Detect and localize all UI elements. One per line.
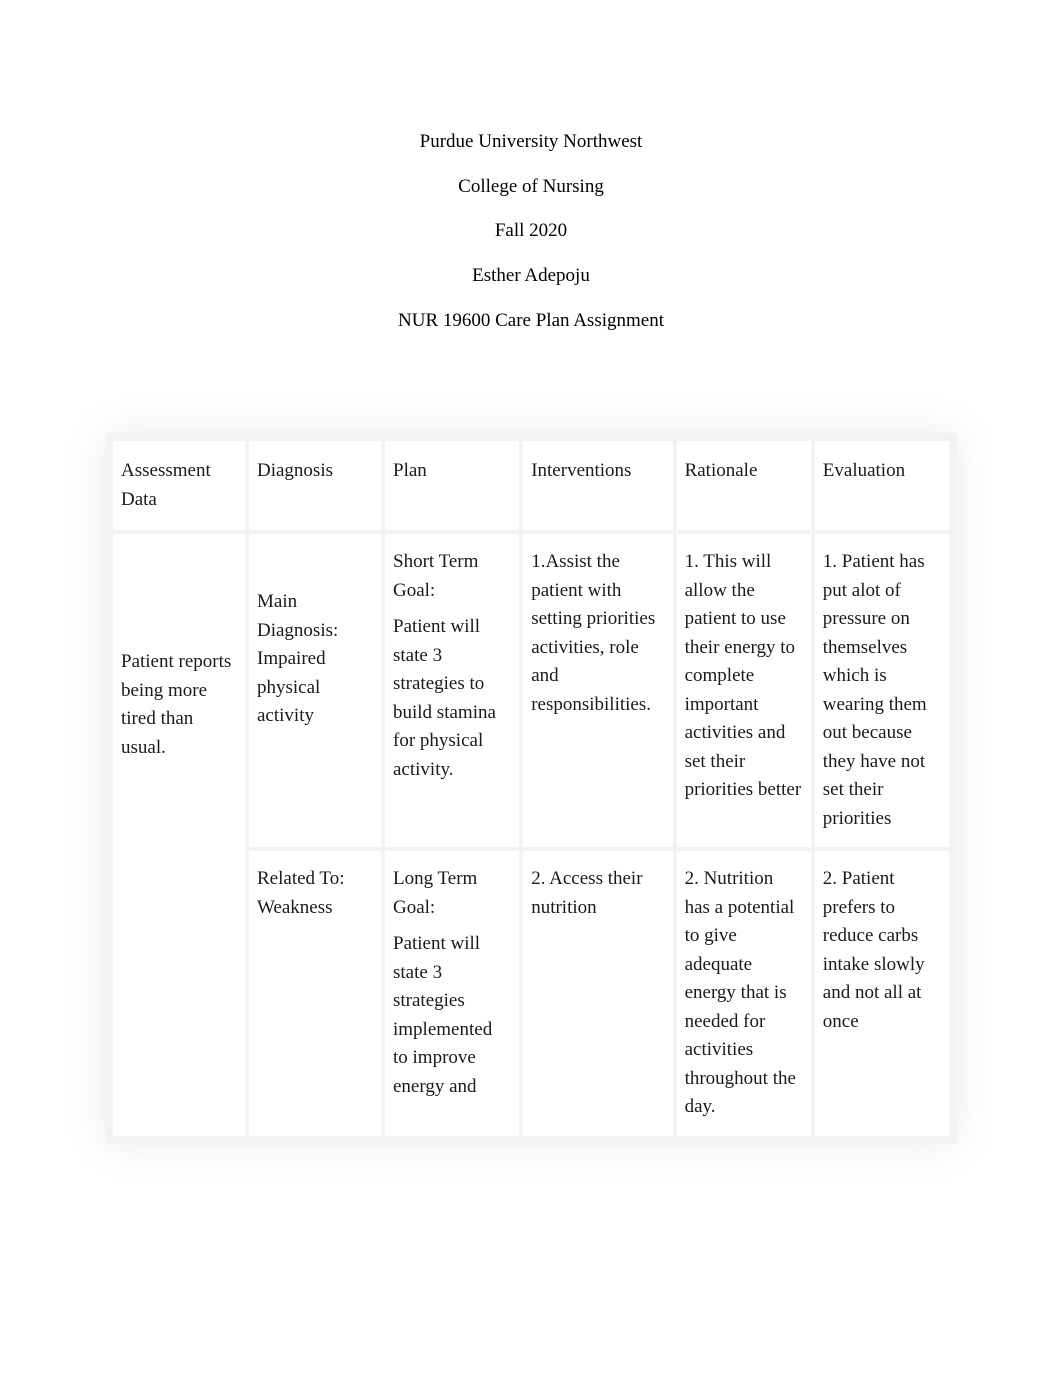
header-rationale: Rationale <box>677 441 811 530</box>
header-interventions: Interventions <box>523 441 672 530</box>
document-page: Purdue University Northwest College of N… <box>0 0 1062 1144</box>
header-evaluation: Evaluation <box>815 441 949 530</box>
care-plan-table-wrap: Assessment Data Diagnosis Plan Intervent… <box>105 433 957 1144</box>
cell-evaluation-2: 2. Patient prefers to reduce carbs intak… <box>815 851 949 1136</box>
heading-line-2: College of Nursing <box>105 175 957 200</box>
diagnosis-related-value: Weakness <box>257 897 333 918</box>
table-row: Patient reports being more tired than us… <box>113 534 949 847</box>
heading-line-4: Esther Adepoju <box>105 264 957 289</box>
cell-plan-2: Long Term Goal: Patient will state 3 str… <box>385 851 519 1136</box>
plan-long-term-value: Patient will state 3 strategies implemen… <box>393 933 492 1097</box>
header-assessment: Assessment Data <box>113 441 245 530</box>
header-plan: Plan <box>385 441 519 530</box>
cell-diagnosis-2: Related To: Weakness <box>249 851 381 1136</box>
diagnosis-main-label: Main Diagnosis: <box>257 591 338 641</box>
cell-rationale-1: 1. This will allow the patient to use th… <box>677 534 811 847</box>
cell-evaluation-1: 1. Patient has put alot of pressure on t… <box>815 534 949 847</box>
diagnosis-main-value: Impaired physical activity <box>257 648 326 726</box>
heading-line-1: Purdue University Northwest <box>105 130 957 155</box>
cell-rationale-2: 2. Nutrition has a potential to give ade… <box>677 851 811 1136</box>
care-plan-table: Assessment Data Diagnosis Plan Intervent… <box>105 433 957 1144</box>
cell-diagnosis-1: Main Diagnosis: Impaired physical activi… <box>249 534 381 847</box>
plan-long-term-label: Long Term Goal: <box>393 868 477 918</box>
diagnosis-related-label: Related To: <box>257 868 345 889</box>
heading-line-5: NUR 19600 Care Plan Assignment <box>105 309 957 334</box>
cell-interventions-2: 2. Access their nutrition <box>523 851 672 1136</box>
cell-assessment: Patient reports being more tired than us… <box>113 534 245 1136</box>
cell-interventions-1: 1.Assist the patient with setting priori… <box>523 534 672 847</box>
heading-line-3: Fall 2020 <box>105 219 957 244</box>
cell-plan-1: Short Term Goal: Patient will state 3 st… <box>385 534 519 847</box>
plan-short-term-value: Patient will state 3 strategies to build… <box>393 616 496 780</box>
header-diagnosis: Diagnosis <box>249 441 381 530</box>
table-header-row: Assessment Data Diagnosis Plan Intervent… <box>113 441 949 530</box>
plan-short-term-label: Short Term Goal: <box>393 551 478 601</box>
